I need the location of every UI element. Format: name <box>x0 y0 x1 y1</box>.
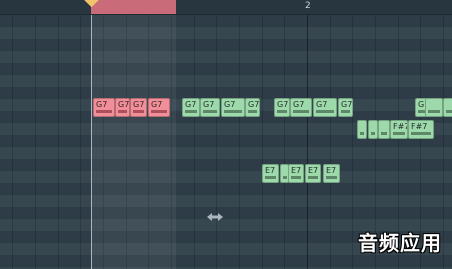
note-velocity-bar <box>265 176 276 179</box>
note-block[interactable]: E7 <box>288 164 304 183</box>
note-label: F#7 <box>393 122 408 131</box>
beat-line <box>262 15 263 269</box>
pitch-lane <box>0 147 452 159</box>
note-block[interactable] <box>378 120 390 139</box>
note-velocity-bar <box>381 132 387 135</box>
note-velocity-bar <box>393 132 405 135</box>
note-velocity-bar <box>248 110 257 113</box>
bar-number: 2 <box>305 1 311 11</box>
note-label: G7 <box>151 100 163 109</box>
beat-line <box>12 15 13 269</box>
note-velocity-bar <box>326 176 337 179</box>
note-label: G7 <box>96 100 108 109</box>
note-block[interactable]: F#7 <box>390 120 408 139</box>
note-velocity-bar <box>118 110 127 113</box>
note-block[interactable]: E7 <box>323 164 340 183</box>
timeline-ruler[interactable]: 2 <box>0 0 452 15</box>
note-velocity-bar <box>341 110 350 113</box>
note-label: G7 <box>341 100 353 109</box>
note-velocity-bar <box>203 110 217 113</box>
pitch-lane <box>0 195 452 207</box>
note-velocity-bar <box>293 110 309 113</box>
beat-line <box>239 15 240 269</box>
note-block[interactable]: G7 <box>93 98 115 117</box>
note-velocity-bar <box>308 176 318 179</box>
note-label: F#7 <box>411 122 428 131</box>
pitch-lane <box>0 27 452 39</box>
note-label: E7 <box>291 166 302 175</box>
note-block[interactable]: F#7 <box>408 120 434 139</box>
note-block[interactable]: G7 <box>313 98 337 117</box>
note-block[interactable]: G7 <box>182 98 200 117</box>
note-block[interactable] <box>443 98 452 117</box>
note-label: G7 <box>185 100 197 109</box>
note-block[interactable]: G7 <box>130 98 147 117</box>
note-velocity-bar <box>151 110 167 113</box>
note-velocity-bar <box>411 132 431 135</box>
note-label: E7 <box>265 166 276 175</box>
note-block[interactable]: G7 <box>338 98 353 117</box>
note-label: E7 <box>326 166 337 175</box>
piano-roll[interactable]: 2 G7 G7 G7 G7 G7 G7 G7 G7 G7 G7 G7 G7 G7 F#7 F#7 E7 E7 E7… <box>0 0 452 269</box>
beat-line <box>58 15 59 269</box>
note-velocity-bar <box>277 110 287 113</box>
note-block[interactable] <box>425 98 443 117</box>
pitch-lane <box>0 15 452 27</box>
note-block[interactable]: G7 <box>221 98 245 117</box>
note-velocity-bar <box>360 132 364 135</box>
note-block[interactable]: E7 <box>262 164 279 183</box>
note-velocity-bar <box>185 110 197 113</box>
note-label: G7 <box>118 100 130 109</box>
note-block[interactable]: G7 <box>245 98 260 117</box>
note-block[interactable]: G7 <box>148 98 170 117</box>
note-label: G7 <box>277 100 289 109</box>
note-label: G7 <box>133 100 145 109</box>
pitch-lane <box>0 171 452 183</box>
beat-line <box>80 15 81 269</box>
note-block[interactable] <box>368 120 378 139</box>
note-velocity-bar <box>283 176 287 179</box>
note-label: E7 <box>308 166 319 175</box>
pitch-lane <box>0 39 452 51</box>
note-block[interactable]: G7 <box>115 98 130 117</box>
note-label: G7 <box>224 100 236 109</box>
note-velocity-bar <box>96 110 112 113</box>
note-block[interactable]: E7 <box>305 164 321 183</box>
note-label: G7 <box>203 100 215 109</box>
watermark: 音频应用 <box>358 231 442 255</box>
pitch-lane <box>0 255 452 267</box>
bar-line <box>307 15 308 269</box>
note-block[interactable]: G7 <box>200 98 220 117</box>
loop-region[interactable] <box>91 0 176 14</box>
resize-horizontal-icon <box>207 213 223 221</box>
beat-line <box>194 15 195 269</box>
note-label: G7 <box>316 100 328 109</box>
playhead-line <box>91 15 92 269</box>
note-block[interactable]: G7 <box>290 98 312 117</box>
beat-line <box>330 15 331 269</box>
note-velocity-bar <box>133 110 144 113</box>
beat-line <box>35 15 36 269</box>
beat-line <box>352 15 353 269</box>
note-velocity-bar <box>428 110 440 113</box>
pitch-lane <box>0 63 452 75</box>
note-velocity-bar <box>316 110 334 113</box>
pitch-lane <box>0 183 452 195</box>
pitch-lane <box>0 51 452 63</box>
note-label: G7 <box>248 100 260 109</box>
note-block[interactable] <box>357 120 367 139</box>
note-velocity-bar <box>446 110 452 113</box>
beat-line <box>443 15 444 269</box>
note-velocity-bar <box>291 176 301 179</box>
loop-region-shade <box>91 15 176 269</box>
beat-line <box>284 15 285 269</box>
pitch-lane <box>0 207 452 219</box>
note-block[interactable]: G7 <box>274 98 290 117</box>
beat-line <box>216 15 217 269</box>
pitch-lane <box>0 75 452 87</box>
pitch-lane <box>0 159 452 171</box>
note-velocity-bar <box>371 132 375 135</box>
note-label: G7 <box>293 100 305 109</box>
note-velocity-bar <box>224 110 242 113</box>
